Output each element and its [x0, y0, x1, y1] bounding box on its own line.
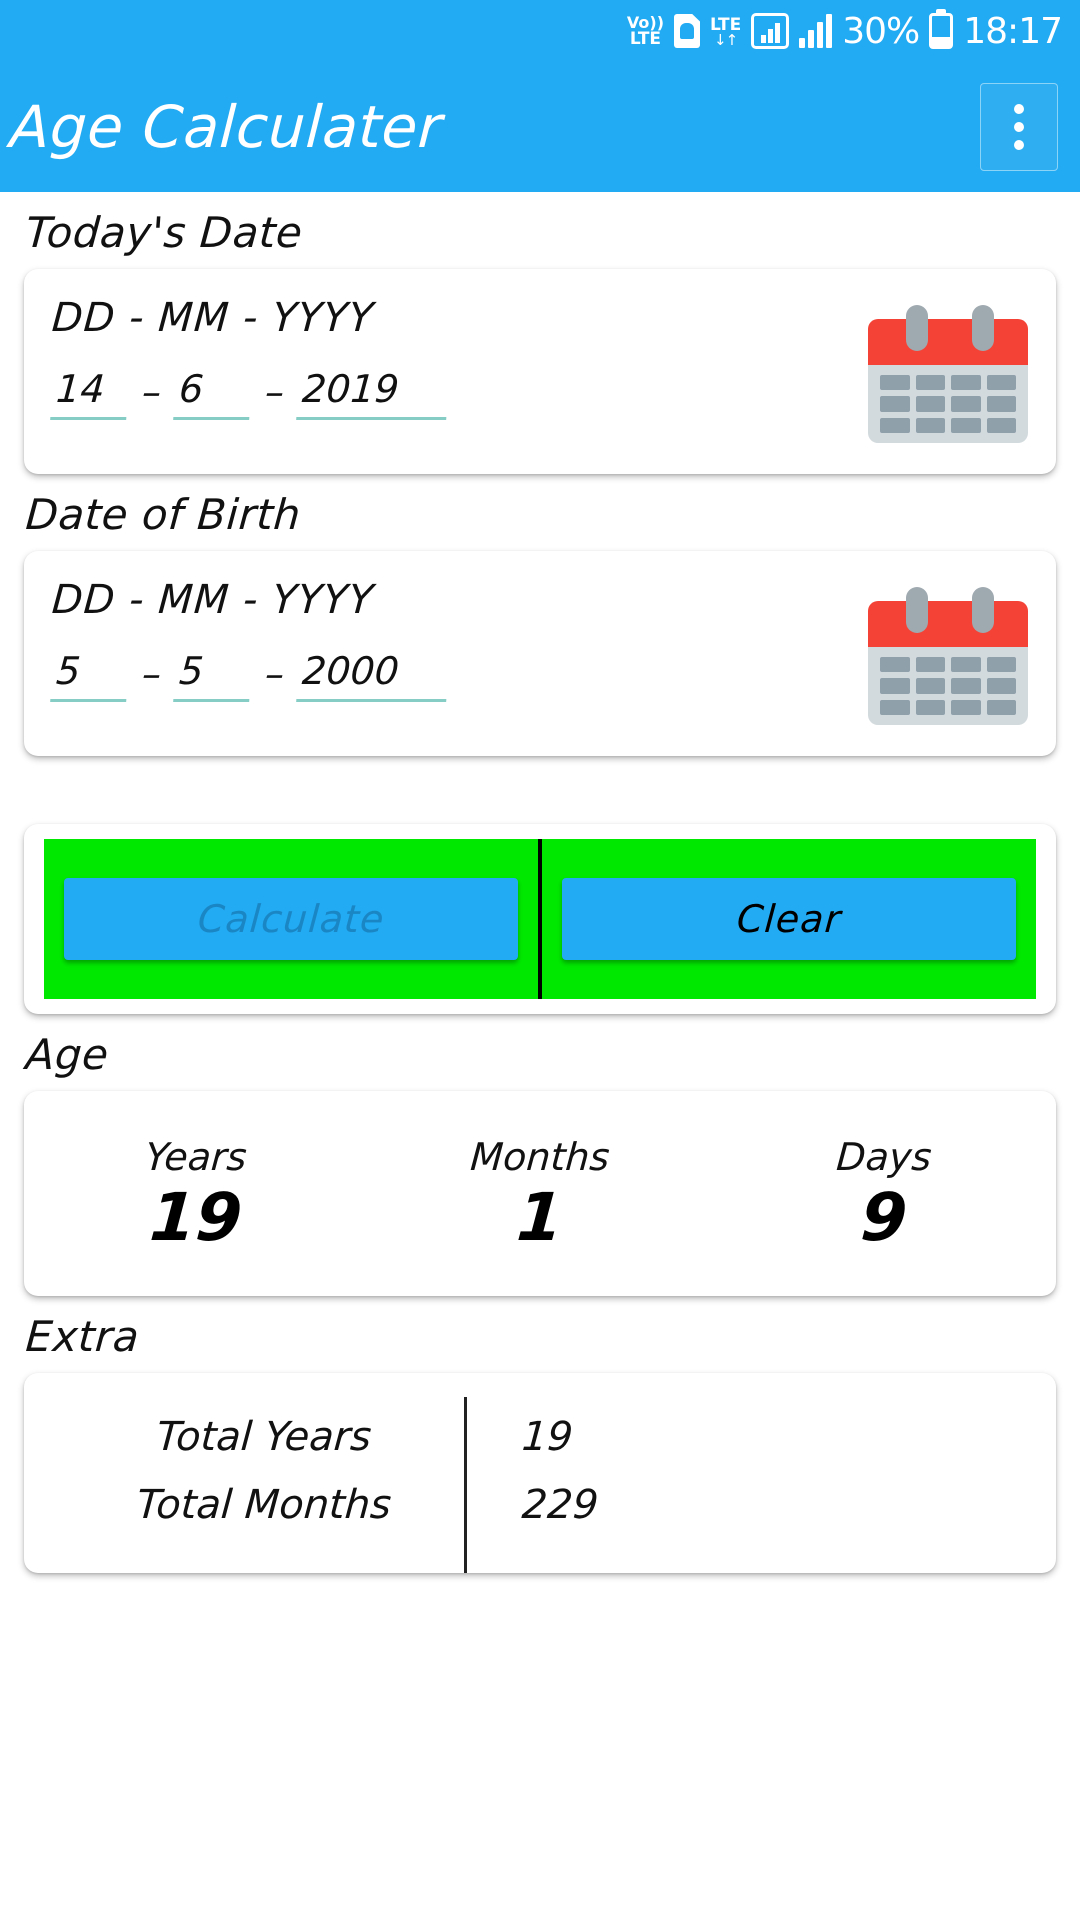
volte-icon: Vo)) LTE	[627, 15, 664, 49]
status-bar: Vo)) LTE LTE ↓↑ 30% 18:17	[0, 0, 1080, 62]
signal-strength-sim2-icon	[799, 14, 833, 48]
age-months-column: Months 1	[368, 1134, 712, 1256]
app-bar: Age Calculater	[0, 62, 1080, 192]
dob-month-input[interactable]: 5	[173, 649, 253, 702]
todays-date-separator-1: –	[140, 370, 163, 414]
todays-date-input-row: 14 – 6 – 2019	[50, 367, 868, 420]
extra-total-months-value: 229	[520, 1482, 600, 1528]
dob-input-row: 5 – 5 – 2000	[50, 649, 868, 702]
age-years-value: 19	[147, 1178, 245, 1256]
age-years-column: Years 19	[24, 1134, 368, 1256]
app-screen: Vo)) LTE LTE ↓↑ 30% 18:17 Age Calculater	[0, 0, 1080, 1920]
todays-date-day-input[interactable]: 14	[50, 367, 130, 420]
extra-total-months-label: Total Months	[135, 1482, 393, 1528]
todays-date-card: DD - MM - YYYY 14 – 6 – 2019	[24, 269, 1056, 474]
clear-button-label: Clear	[735, 897, 843, 941]
extra-total-years-label: Total Years	[155, 1414, 373, 1460]
volte-line2: LTE	[629, 28, 662, 49]
todays-date-calendar-icon[interactable]	[868, 305, 1028, 445]
extra-total-years-value: 19	[520, 1414, 575, 1460]
calculate-button-label: Calculate	[196, 897, 386, 941]
date-of-birth-card: DD - MM - YYYY 5 – 5 – 2000	[24, 551, 1056, 756]
status-bar-clock: 18:17	[963, 10, 1063, 52]
lte-arrows: ↓↑	[714, 30, 738, 49]
content-area: Today's Date DD - MM - YYYY 14 – 6 – 201…	[0, 192, 1080, 1573]
calculate-button[interactable]: Calculate	[63, 878, 519, 960]
todays-date-separator-2: –	[263, 370, 286, 414]
age-days-label: Days	[835, 1134, 933, 1179]
dob-fields-group: DD - MM - YYYY 5 – 5 – 2000	[50, 577, 868, 756]
extra-section-label: Extra	[24, 1312, 141, 1361]
extra-row-total-years: Total Years 19	[24, 1403, 1056, 1471]
dob-day-input[interactable]: 5	[50, 649, 130, 702]
dob-format-label: DD - MM - YYYY	[50, 577, 376, 623]
dob-separator-1: –	[140, 652, 163, 696]
lte-data-icon: LTE ↓↑	[710, 16, 741, 49]
calculate-button-backdrop: Calculate	[44, 839, 538, 999]
age-months-value: 1	[514, 1178, 566, 1256]
overflow-menu-icon[interactable]	[980, 83, 1058, 171]
age-result-card: Years 19 Months 1 Days 9	[24, 1091, 1056, 1296]
battery-percent-label: 30%	[842, 10, 920, 52]
age-section-label: Age	[24, 1030, 111, 1079]
todays-date-fields-group: DD - MM - YYYY 14 – 6 – 2019	[50, 295, 868, 474]
clear-button[interactable]: Clear	[561, 878, 1017, 960]
signal-strength-sim1-icon	[751, 13, 790, 49]
todays-date-section-label: Today's Date	[24, 208, 305, 257]
age-days-value: 9	[858, 1178, 910, 1256]
action-buttons-card: Calculate Clear	[24, 824, 1056, 1014]
todays-date-year-input[interactable]: 2019	[296, 367, 450, 420]
extra-result-card: Total Years 19 Total Months 229	[24, 1373, 1056, 1573]
dob-separator-2: –	[263, 652, 286, 696]
battery-icon	[929, 13, 954, 49]
app-title: Age Calculater	[8, 93, 445, 161]
age-days-column: Days 9	[712, 1134, 1056, 1256]
dob-calendar-icon[interactable]	[868, 587, 1028, 727]
todays-date-format-label: DD - MM - YYYY	[50, 295, 376, 341]
date-of-birth-section-label: Date of Birth	[24, 490, 303, 539]
sim-card-icon	[674, 14, 700, 48]
age-years-label: Years	[143, 1134, 249, 1179]
extra-row-total-months: Total Months 229	[24, 1471, 1056, 1539]
todays-date-month-input[interactable]: 6	[173, 367, 253, 420]
age-months-label: Months	[469, 1134, 611, 1179]
dob-year-input[interactable]: 2000	[296, 649, 450, 702]
clear-button-backdrop: Clear	[542, 839, 1036, 999]
